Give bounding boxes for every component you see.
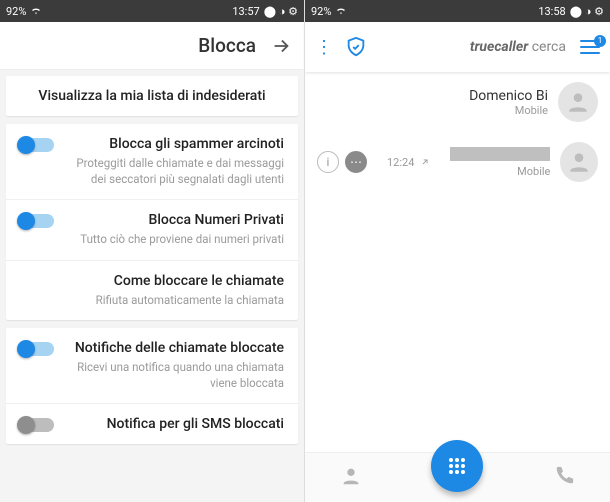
sms-icon[interactable]: ⋯ xyxy=(345,151,367,173)
row-title: Blocca gli spammer arcinoti xyxy=(64,136,284,152)
row-subtitle: Rifiuta automaticamente la chiamata xyxy=(20,293,284,309)
toggle[interactable] xyxy=(20,138,54,152)
redacted-name xyxy=(450,147,550,161)
how-to-block-row[interactable]: Come bloccare le chiamate Rifiuta automa… xyxy=(6,260,298,321)
block-top-spammers-row[interactable]: Blocca gli spammer arcinoti Proteggiti d… xyxy=(6,124,298,199)
contact-sub: Mobile xyxy=(440,165,550,178)
avatar xyxy=(558,82,598,122)
badge: 1 xyxy=(594,35,606,47)
blocked-sms-notif-row[interactable]: Notifica per gli SMS bloccati xyxy=(6,403,298,444)
clock-text: 13:58 xyxy=(538,5,565,18)
calls-tab[interactable] xyxy=(553,465,575,491)
status-icons: ⬤ ◑ ⚙ xyxy=(264,5,298,18)
contact-name: Domenico Bi xyxy=(317,88,548,104)
status-icons: ⬤ ◑ ⚙ xyxy=(570,5,604,18)
toggle[interactable] xyxy=(20,342,54,356)
bottom-nav xyxy=(305,452,610,502)
toggle[interactable] xyxy=(20,418,54,432)
search-placeholder[interactable]: truecaller cerca xyxy=(470,39,566,55)
row-subtitle: Proteggiti dalle chiamate e dai messaggi… xyxy=(64,156,284,187)
row-subtitle: Ricevi una notifica quando una chiamata … xyxy=(64,360,284,391)
row-title: Visualizza la mia lista di indesiderati xyxy=(20,88,284,104)
call-log-item[interactable]: i ⋯ 12:24 Mobile xyxy=(305,132,610,192)
row-title: Blocca Numeri Privati xyxy=(64,212,284,228)
toggle[interactable] xyxy=(20,214,54,228)
menu-button[interactable]: 1 xyxy=(580,40,600,54)
shield-icon[interactable] xyxy=(345,36,367,58)
contact-name xyxy=(440,147,550,165)
row-title: Notifiche delle chiamate bloccate xyxy=(64,340,284,356)
view-blocklist-row[interactable]: Visualizza la mia lista di indesiderati xyxy=(6,76,298,116)
contact-sub: Mobile xyxy=(317,104,548,117)
battery-text: 92% xyxy=(311,5,331,18)
dialpad-fab[interactable] xyxy=(431,440,483,492)
overflow-menu-icon[interactable]: ⋮ xyxy=(315,37,331,58)
call-log-item[interactable]: Domenico Bi Mobile xyxy=(305,72,610,132)
row-title: Notifica per gli SMS bloccati xyxy=(64,416,284,432)
block-private-numbers-row[interactable]: Blocca Numeri Privati Tutto ciò che prov… xyxy=(6,199,298,260)
page-header: Blocca xyxy=(0,22,304,70)
page-title: Blocca xyxy=(198,34,256,57)
blocked-call-notif-row[interactable]: Notifiche delle chiamate bloccate Ricevi… xyxy=(6,328,298,403)
back-arrow-icon[interactable] xyxy=(270,35,292,57)
call-meta: i ⋯ xyxy=(317,151,367,173)
wifi-icon xyxy=(30,5,42,17)
contacts-tab[interactable] xyxy=(340,465,362,491)
row-subtitle: Tutto ciò che proviene dai numeri privat… xyxy=(64,232,284,248)
clock-text: 13:57 xyxy=(232,5,259,18)
status-bar: 92% 13:57 ⬤ ◑ ⚙ xyxy=(0,0,304,22)
search-bar[interactable]: ⋮ truecaller cerca 1 xyxy=(305,22,610,72)
avatar xyxy=(560,142,598,182)
status-bar: 92% 13:58 ⬤ ◑ ⚙ xyxy=(305,0,610,22)
info-icon[interactable]: i xyxy=(317,151,339,173)
call-time: 12:24 xyxy=(387,156,414,169)
row-title: Come bloccare le chiamate xyxy=(20,273,284,289)
battery-text: 92% xyxy=(6,5,26,18)
wifi-icon xyxy=(335,5,347,17)
call-log-list: Domenico Bi Mobile i ⋯ 12:24 xyxy=(305,72,610,452)
outgoing-call-icon xyxy=(420,157,430,167)
